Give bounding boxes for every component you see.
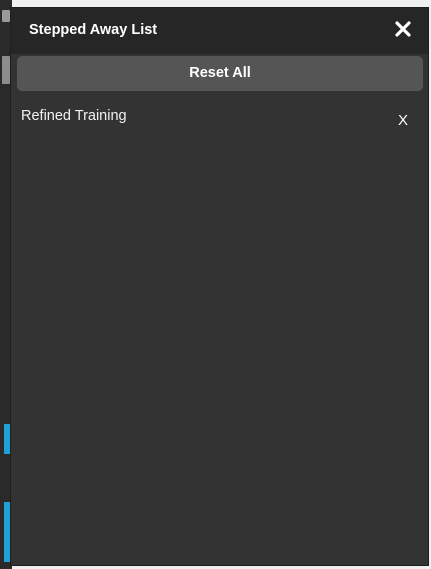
reset-all-button[interactable]: Reset All	[17, 56, 423, 91]
list-item-label: Refined Training	[21, 108, 127, 124]
remove-item-button[interactable]: X	[398, 112, 408, 129]
background-control	[2, 56, 10, 84]
background-control	[2, 10, 10, 22]
dialog-title: Stepped Away List	[29, 22, 158, 38]
stepped-away-list: Refined Training X	[11, 104, 428, 138]
list-item: Refined Training X	[11, 104, 428, 138]
close-icon	[395, 21, 411, 37]
stepped-away-dialog: Stepped Away List Reset All Refined Trai…	[10, 7, 429, 566]
dialog-header: Stepped Away List	[11, 8, 428, 54]
close-button[interactable]	[392, 18, 414, 40]
